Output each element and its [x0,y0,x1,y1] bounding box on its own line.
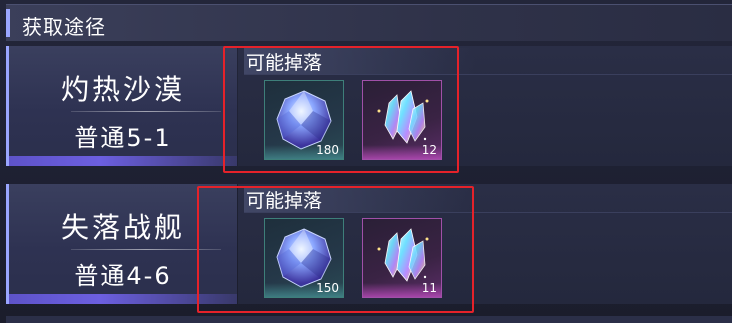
item-count: 180 [316,143,339,157]
drops-panel: 可能掉落 150 11 [238,184,732,304]
divider [71,249,221,250]
source-row[interactable]: 灼热沙漠 普通5-1 可能掉落 180 12 [6,46,732,172]
item-count: 12 [421,143,437,157]
drops-label: 可能掉落 [244,186,476,212]
drop-item-gem[interactable]: 180 [264,80,344,160]
item-count: 11 [421,281,437,295]
acquisition-panel: 获取途径 灼热沙漠 普通5-1 可能掉落 180 12 失落战舰 普通4-6 可… [0,0,732,323]
section-header: 获取途径 [6,4,732,41]
location-name: 失落战舰 [60,211,185,244]
drop-item-crystal[interactable]: 12 [362,80,442,160]
drops-divider [244,212,732,213]
stage-label: 普通4-6 [74,262,172,290]
item-count: 150 [316,281,339,295]
location-card[interactable]: 失落战舰 普通4-6 [6,184,237,304]
next-row-edge [6,316,732,323]
drops-panel: 可能掉落 180 12 [238,46,732,166]
location-name: 灼热沙漠 [60,73,185,106]
drop-item-gem[interactable]: 150 [264,218,344,298]
drops-label: 可能掉落 [244,48,476,74]
location-card[interactable]: 灼热沙漠 普通5-1 [6,46,237,166]
stage-label: 普通5-1 [74,124,172,152]
source-row[interactable]: 失落战舰 普通4-6 可能掉落 150 11 [6,184,732,310]
drop-item-crystal[interactable]: 11 [362,218,442,298]
drops-divider [244,74,732,75]
divider [71,111,221,112]
header-accent-bar [6,9,10,37]
section-title: 获取途径 [22,15,106,39]
